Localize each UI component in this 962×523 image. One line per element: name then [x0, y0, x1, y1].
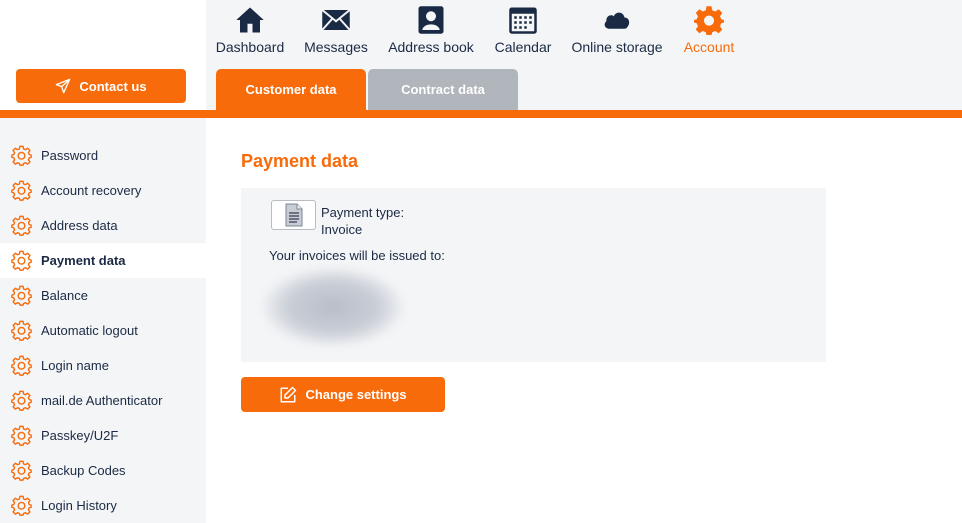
sidebar-item-password[interactable]: Password: [0, 138, 206, 173]
paper-plane-icon: [56, 78, 71, 94]
nav-online-storage-label: Online storage: [571, 39, 663, 55]
payment-type-label: Payment type:: [321, 205, 405, 220]
edit-icon: [280, 386, 297, 402]
gear-icon: [11, 250, 32, 271]
sidebar-item-login-history[interactable]: Login History: [0, 488, 206, 523]
change-settings-button[interactable]: Change settings: [241, 377, 445, 412]
nav-calendar[interactable]: Calendar: [484, 0, 562, 60]
accent-divider: [0, 110, 962, 118]
sidebar-item-automatic-logout[interactable]: Automatic logout: [0, 313, 206, 348]
gear-icon: [11, 355, 32, 376]
contact-us-button[interactable]: Contact us: [16, 69, 186, 103]
tab-customer-data[interactable]: Customer data: [216, 69, 366, 110]
invoice-document-icon: [285, 203, 302, 227]
sidebar-item-label: Address data: [41, 218, 118, 233]
contact-us-label: Contact us: [79, 78, 147, 94]
nav-dashboard[interactable]: Dashboard: [206, 0, 294, 60]
page-title: Payment data: [241, 151, 359, 171]
main-nav: Dashboard Messages Address book Calendar…: [206, 0, 746, 60]
account-tabs: Customer data Contract data: [216, 69, 518, 110]
invoice-recipient-label: Your invoices will be issued to:: [269, 248, 445, 263]
sidebar-item-label: Passkey/U2F: [41, 428, 119, 443]
sidebar-item-mail-de-authenticator[interactable]: mail.de Authenticator: [0, 383, 206, 418]
document-icon: [271, 200, 316, 230]
gear-icon: [11, 145, 32, 166]
nav-messages-label: Messages: [304, 39, 368, 55]
payment-card: Payment type: Invoice Your invoices will…: [241, 188, 826, 362]
sidebar-item-account-recovery[interactable]: Account recovery: [0, 173, 206, 208]
nav-address-book[interactable]: Address book: [378, 0, 484, 60]
sidebar-item-backup-codes[interactable]: Backup Codes: [0, 453, 206, 488]
sidebar-item-label: Balance: [41, 288, 88, 303]
nav-messages[interactable]: Messages: [294, 0, 378, 60]
nav-calendar-label: Calendar: [494, 39, 552, 55]
tab-contract-data[interactable]: Contract data: [368, 69, 518, 110]
gear-icon: [11, 180, 32, 201]
change-settings-label: Change settings: [305, 387, 407, 402]
main-content: Payment data Payment type: Invoice Your …: [206, 118, 962, 523]
envelope-icon: [321, 9, 351, 31]
settings-sidebar: Password Account recovery Address data Paym…: [0, 118, 206, 523]
gear-icon: [11, 390, 32, 411]
sidebar-item-label: Automatic logout: [41, 323, 138, 338]
sidebar-item-address-data[interactable]: Address data: [0, 208, 206, 243]
sidebar-item-label: mail.de Authenticator: [41, 393, 163, 408]
gear-icon: [11, 285, 32, 306]
sidebar-item-label: Backup Codes: [41, 463, 126, 478]
sidebar-item-label: Login History: [41, 498, 117, 513]
nav-dashboard-label: Dashboard: [215, 39, 285, 55]
sidebar-item-label: Payment data: [41, 253, 126, 268]
sidebar-item-label: Login name: [41, 358, 109, 373]
sidebar-item-payment-data[interactable]: Payment data: [0, 243, 206, 278]
payment-type-value: Invoice: [321, 222, 363, 237]
nav-account[interactable]: Account: [672, 0, 746, 60]
calendar-icon: [509, 7, 537, 34]
gear-icon: [11, 460, 32, 481]
nav-address-book-label: Address book: [388, 39, 474, 55]
nav-account-label: Account: [683, 39, 735, 55]
gear-icon: [11, 425, 32, 446]
gear-icon: [11, 215, 32, 236]
home-icon: [236, 7, 264, 33]
cloud-icon: [604, 12, 630, 29]
gear-icon: [11, 320, 32, 341]
sidebar-item-label: Account recovery: [41, 183, 142, 198]
redacted-address: [263, 268, 403, 346]
sidebar-item-label: Password: [41, 148, 99, 163]
sidebar-item-passkey-u2f[interactable]: Passkey/U2F: [0, 418, 206, 453]
sidebar-item-balance[interactable]: Balance: [0, 278, 206, 313]
contact-card-icon: [418, 6, 444, 34]
gear-icon: [11, 495, 32, 516]
gear-icon: [694, 6, 724, 35]
nav-online-storage[interactable]: Online storage: [562, 0, 672, 60]
sidebar-item-login-name[interactable]: Login name: [0, 348, 206, 383]
